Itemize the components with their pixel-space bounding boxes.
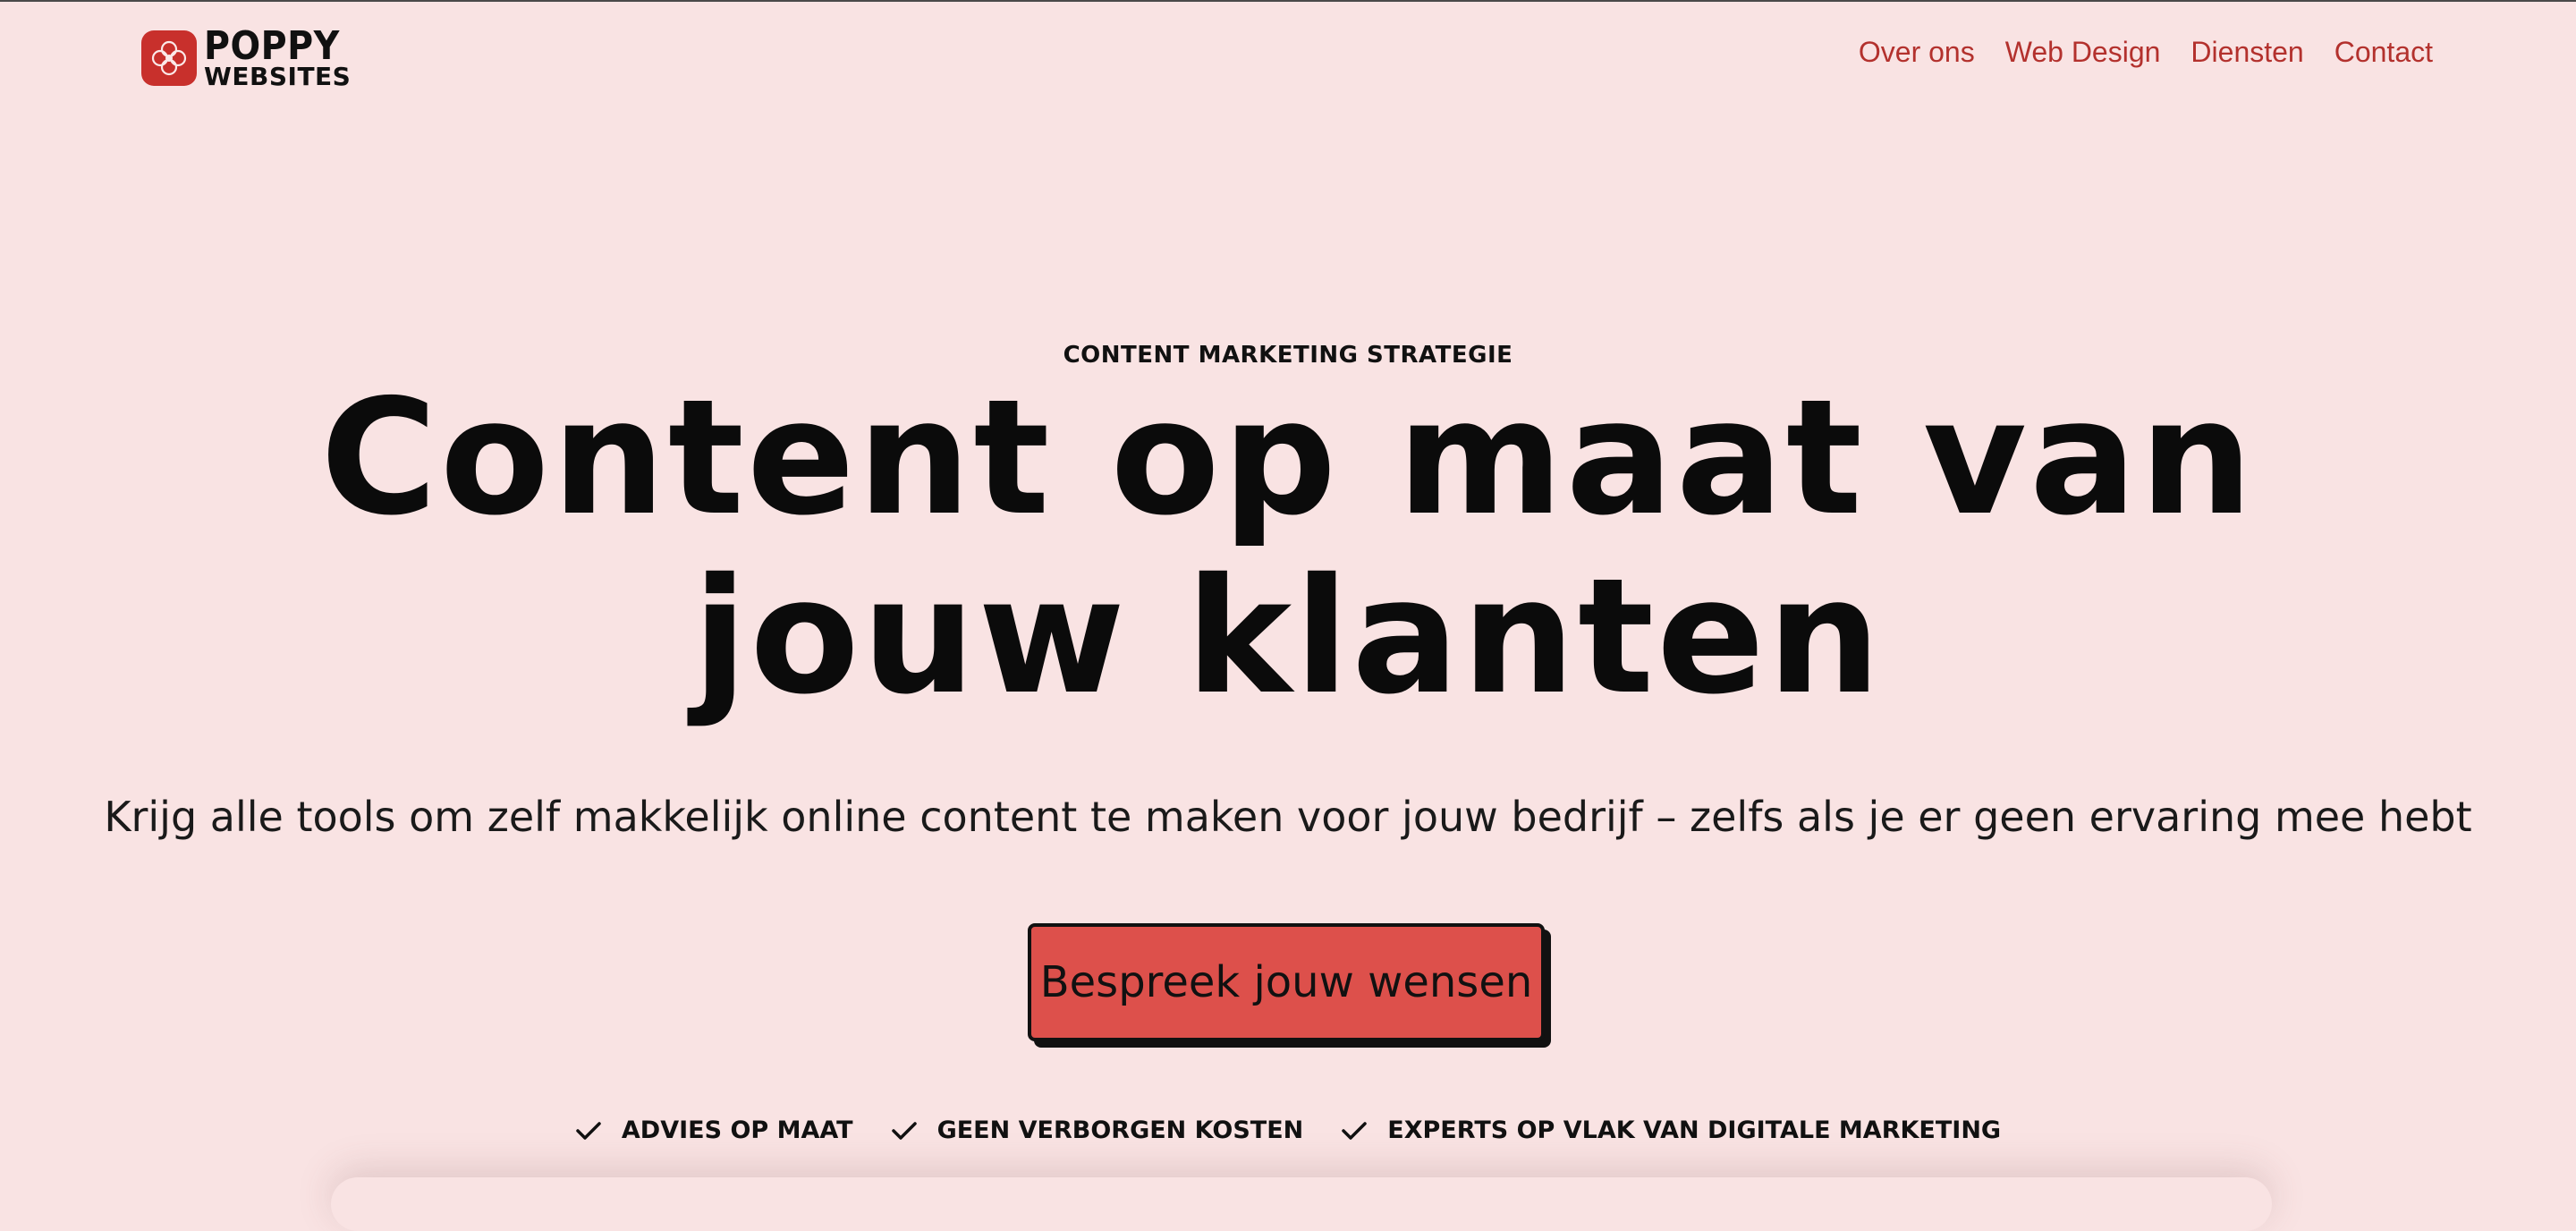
logo-link[interactable]: POPPY WEBSITES <box>141 27 351 89</box>
feature-item: GEEN VERBORGEN KOSTEN <box>891 1116 1304 1144</box>
next-section-shadow <box>331 1177 2272 1231</box>
feature-label: ADVIES OP MAAT <box>621 1116 853 1144</box>
feature-label: EXPERTS OP VLAK VAN DIGITALE MARKETING <box>1387 1116 2002 1144</box>
nav-link-over-ons[interactable]: Over ons <box>1859 36 1975 69</box>
discuss-wishes-button[interactable]: Bespreek jouw wensen <box>1028 923 1545 1041</box>
nav-link-web-design[interactable]: Web Design <box>2005 36 2161 69</box>
check-icon <box>576 1121 601 1140</box>
logo-line-1: POPPY <box>204 23 340 69</box>
feature-item: ADVIES OP MAAT <box>575 1116 853 1144</box>
hero-headline: Content op maat van jouw klanten <box>320 365 2256 729</box>
check-icon <box>891 1121 917 1140</box>
logo-line-2: WEBSITES <box>204 62 352 91</box>
cta-container: Bespreek jouw wensen <box>1028 923 1545 1041</box>
window-top-border <box>0 0 2576 2</box>
main-nav: Over ons Web Design Diensten Contact <box>1859 36 2433 69</box>
logo-wordmark: POPPY WEBSITES <box>204 27 351 89</box>
hero-subline: Krijg alle tools om zelf makkelijk onlin… <box>104 793 2472 841</box>
nav-link-diensten[interactable]: Diensten <box>2190 36 2303 69</box>
poppy-flower-icon <box>141 30 197 86</box>
nav-link-contact[interactable]: Contact <box>2334 36 2433 69</box>
check-icon <box>1342 1121 1367 1140</box>
feature-list: ADVIES OP MAAT GEEN VERBORGEN KOSTEN EXP… <box>0 1116 2576 1144</box>
feature-item: EXPERTS OP VLAK VAN DIGITALE MARKETING <box>1341 1116 2001 1144</box>
feature-label: GEEN VERBORGEN KOSTEN <box>936 1116 1304 1144</box>
